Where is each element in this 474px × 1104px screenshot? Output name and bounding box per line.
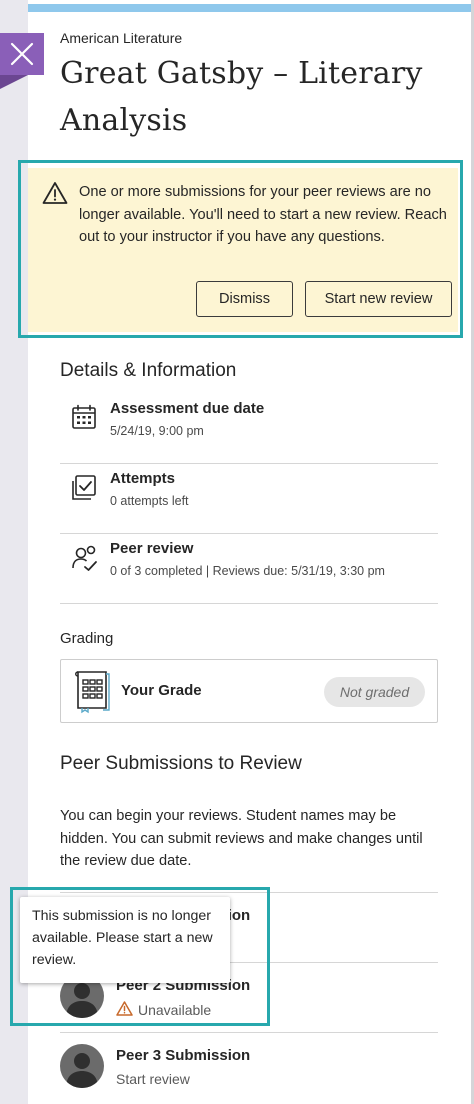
warning-icon (42, 181, 68, 210)
detail-value: 0 of 3 completed | Reviews due: 5/31/19,… (110, 564, 385, 578)
detail-row-due-date: Assessment due date 5/24/19, 9:00 pm (60, 393, 438, 464)
peer-submissions-heading: Peer Submissions to Review (60, 753, 302, 774)
submission-row-peer-3[interactable]: Peer 3 Submission Start review (60, 1032, 438, 1103)
detail-row-attempts: Attempts 0 attempts left (60, 463, 438, 534)
peer-review-icon (70, 543, 100, 578)
close-button-tail (0, 75, 28, 89)
dismiss-button[interactable]: Dismiss (196, 281, 293, 317)
grading-heading: Grading (60, 630, 114, 647)
avatar (60, 1044, 104, 1088)
submission-status-text[interactable]: Start review (116, 1071, 190, 1087)
detail-value: 0 attempts left (110, 494, 189, 508)
gradebook-icon (73, 668, 111, 719)
alert-message: One or more submissions for your peer re… (79, 184, 447, 245)
submission-label: Peer 3 Submission (116, 1047, 251, 1064)
grade-card[interactable]: Your Grade Not graded (60, 659, 438, 723)
calendar-icon (70, 403, 98, 436)
close-panel-button[interactable] (0, 33, 44, 75)
start-new-review-button[interactable]: Start new review (305, 281, 452, 317)
detail-label: Attempts (110, 470, 176, 487)
detail-row-peer-review: Peer review 0 of 3 completed | Reviews d… (60, 533, 438, 604)
peer-description: You can begin your reviews. Student name… (60, 808, 423, 869)
detail-label: Peer review (110, 540, 194, 557)
submission-status: Start review (116, 1071, 190, 1087)
your-grade-label: Your Grade (121, 682, 202, 699)
detail-label: Assessment due date (110, 400, 265, 417)
panel-top-bar (28, 4, 474, 12)
attempts-icon (70, 473, 98, 508)
close-icon (9, 41, 35, 67)
details-heading: Details & Information (60, 360, 237, 381)
tooltip-highlight-frame (10, 887, 270, 1026)
page-title: Great Gatsby – Literary Analysis (60, 56, 423, 138)
course-name: American Literature (60, 30, 183, 46)
grade-status-badge: Not graded (324, 677, 425, 707)
detail-value: 5/24/19, 9:00 pm (110, 424, 204, 438)
